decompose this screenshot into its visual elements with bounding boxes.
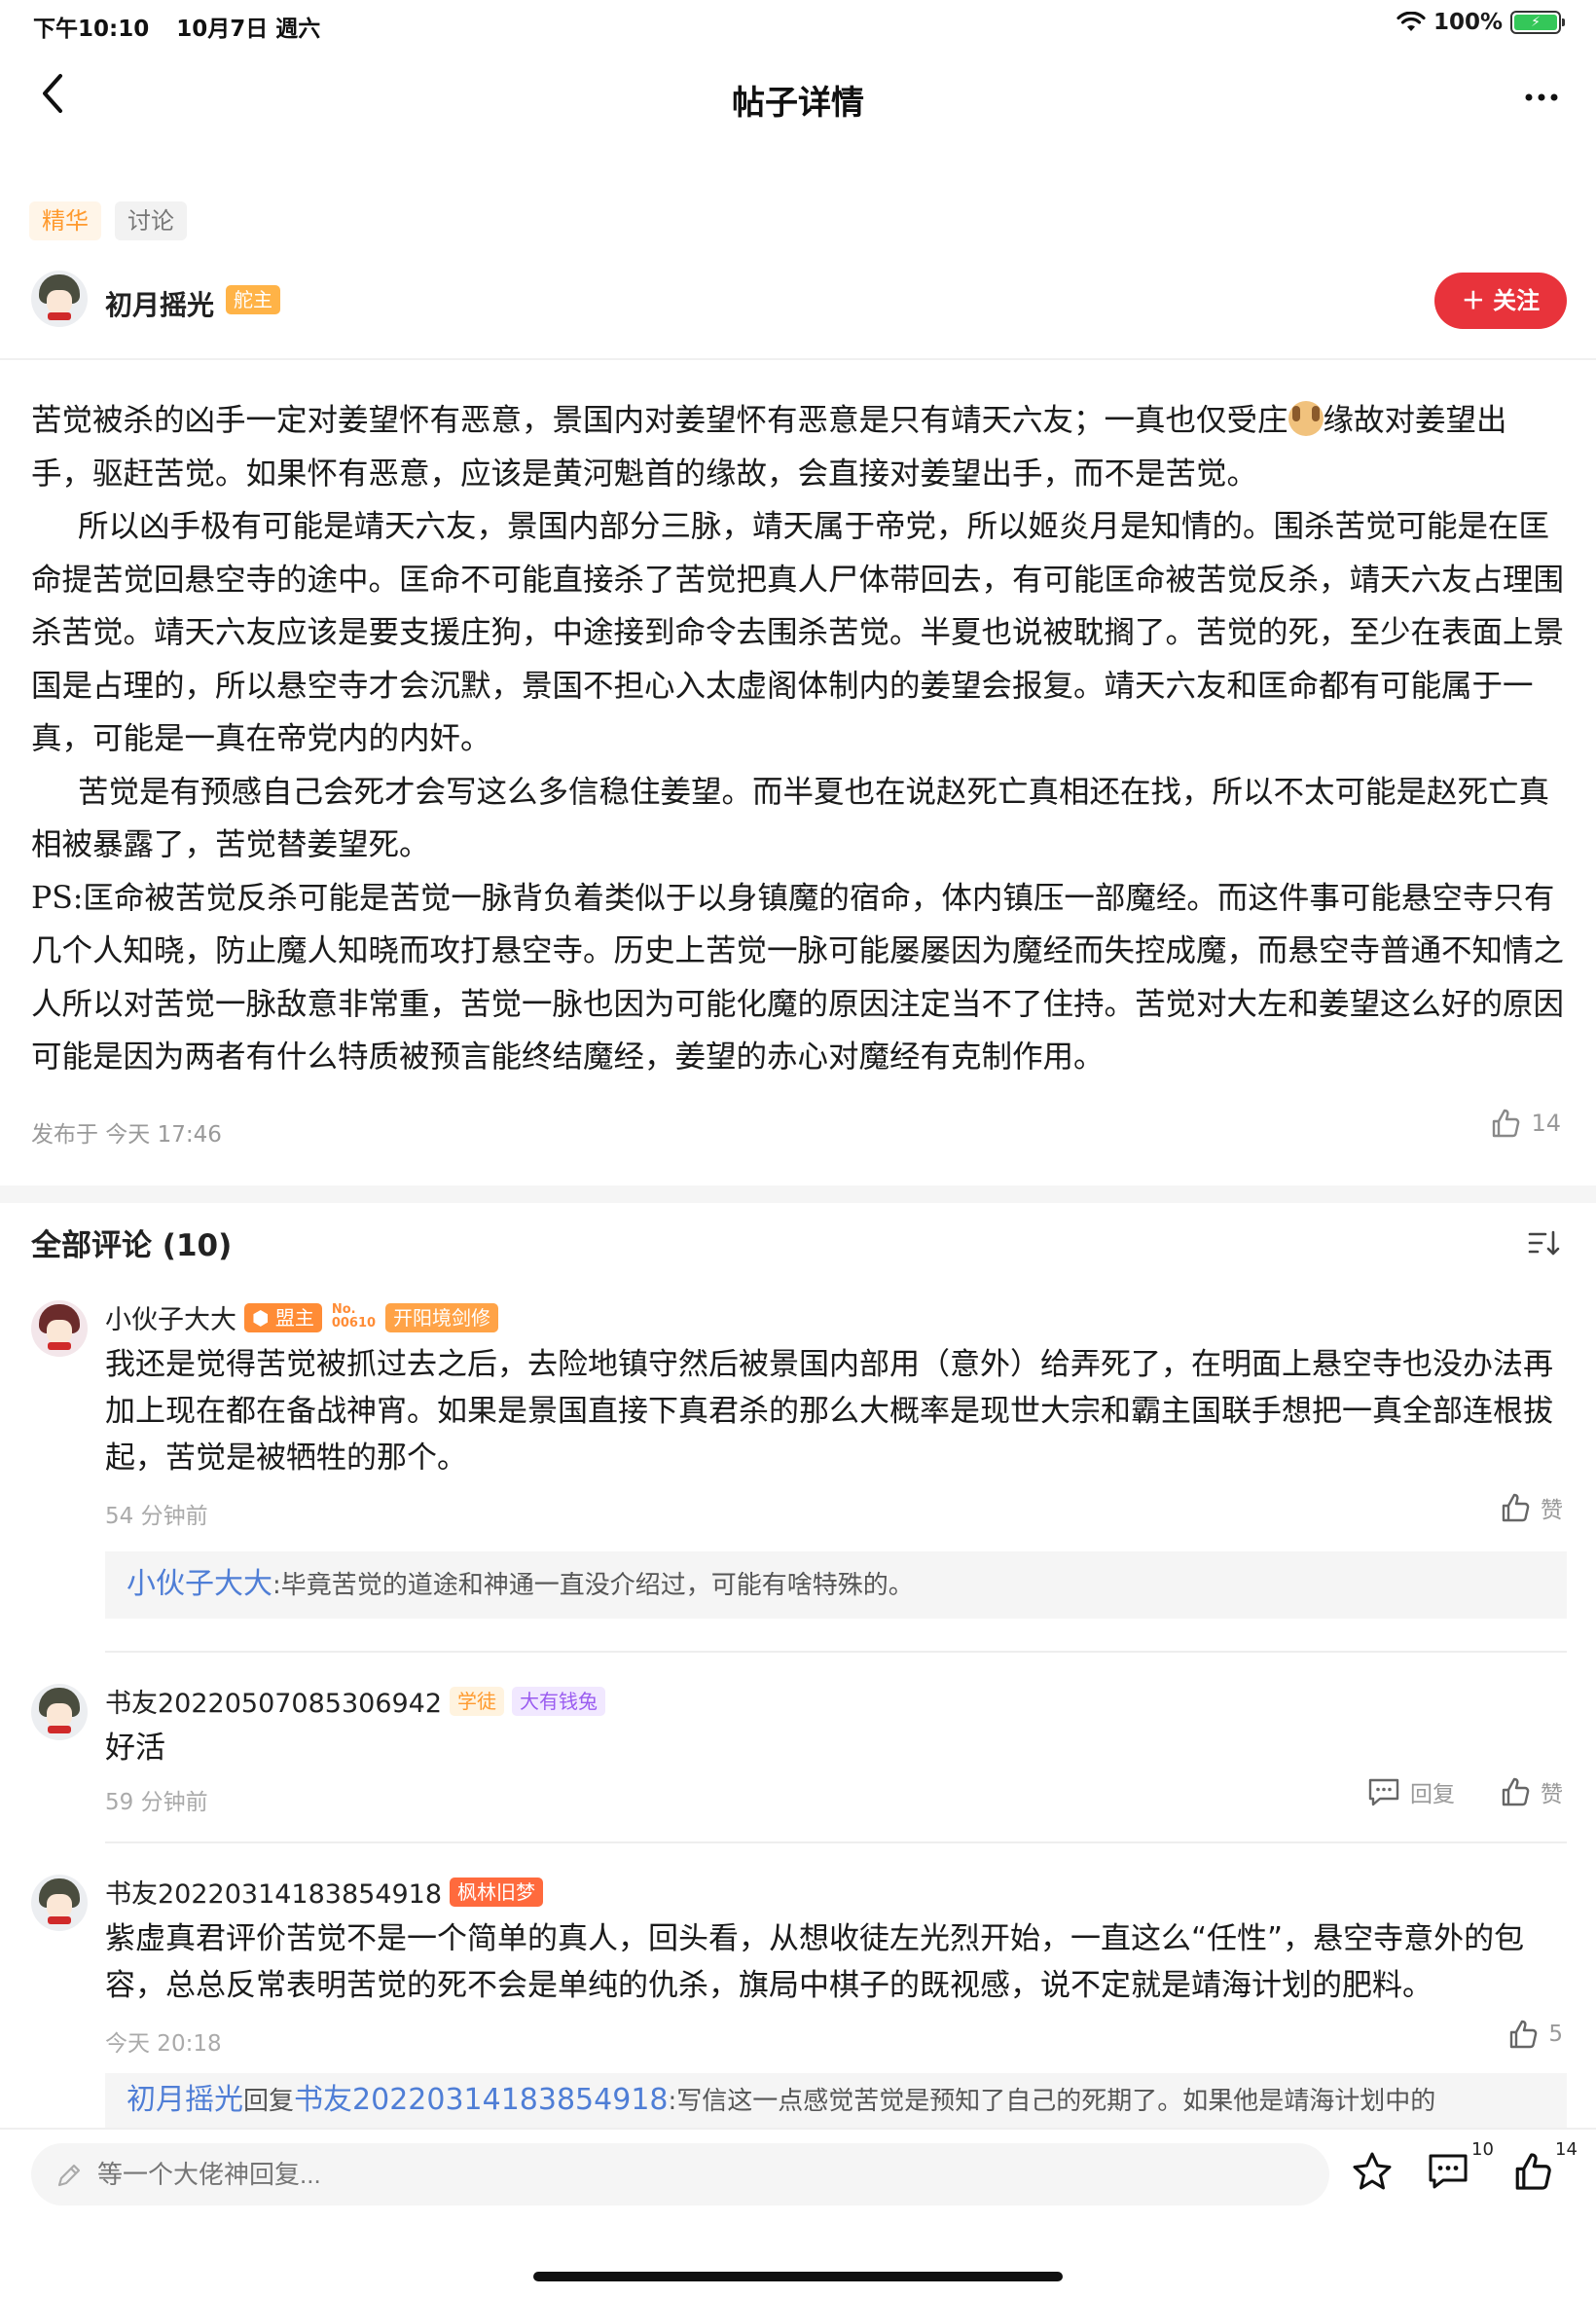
- comment-actions: 5: [1507, 2019, 1563, 2050]
- battery-percent: 100%: [1433, 10, 1503, 35]
- comment-author-name[interactable]: 书友20220314183854918: [105, 1873, 442, 1911]
- divider: [0, 358, 1596, 360]
- post-paragraph-1: 苦觉被杀的凶手一定对姜望怀有恶意，景国内对姜望怀有恶意是只有靖天六友；一真也仅受…: [31, 401, 1507, 492]
- comment-author-row: 书友20220314183854918 枫林旧梦: [105, 1873, 544, 1911]
- reply-target-name[interactable]: 书友20220314183854918: [294, 2083, 668, 2117]
- avatar[interactable]: [31, 271, 88, 327]
- comment-bubble-icon: [1368, 1778, 1399, 1806]
- comment-item: 书友20220314183854918 枫林旧梦 紫虚真君评价苦觉不是一个简单的…: [31, 1873, 1567, 2128]
- comment-actions: 赞: [1500, 1491, 1563, 1524]
- home-indicator[interactable]: [533, 2272, 1063, 2281]
- more-button[interactable]: [1524, 68, 1559, 111]
- comment-count: 10: [1471, 2139, 1494, 2160]
- post-like-button[interactable]: 14: [1490, 1108, 1561, 1139]
- comment-reply[interactable]: 小伙子大大:毕竟苦觉的道途和神通一直没介绍过，可能有啥特殊的。: [105, 1551, 1567, 1619]
- thumbs-up-icon: [1493, 1109, 1520, 1138]
- battery-icon: ⚡: [1510, 11, 1565, 34]
- thumbs-up-icon[interactable]: [1512, 2151, 1553, 2192]
- like-label: 赞: [1541, 1782, 1563, 1807]
- like-label: 赞: [1541, 1498, 1563, 1523]
- author-row: 初月摇光 舵主 ＋ 关注: [31, 271, 1567, 339]
- comment-reply[interactable]: 初月摇光回复书友20220314183854918:写信这一点感觉苦觉是预知了自…: [105, 2073, 1567, 2128]
- reply-author-name[interactable]: 初月摇光: [127, 2083, 243, 2117]
- comment-author-name[interactable]: 小伙子大大: [105, 1298, 236, 1336]
- page-title: 帖子详情: [732, 84, 864, 123]
- star-icon[interactable]: [1351, 2151, 1394, 2192]
- comment-text: 我还是觉得苦觉被抓过去之后，去险地镇守然后被景国内部用（意外）给弄死了，在明面上…: [105, 1347, 1553, 1476]
- comment-author-name[interactable]: 书友20220507085306942: [105, 1682, 442, 1720]
- comment-input[interactable]: [97, 2143, 1304, 2206]
- status-date: 10月7日 週六: [176, 17, 321, 42]
- author-badge: 舵主: [226, 285, 280, 314]
- comment-item: 书友20220507085306942 学徒 大有钱兔 好活 59 分钟前 回复…: [31, 1682, 1567, 1818]
- follow-label: 关注: [1493, 287, 1541, 314]
- hexagon-icon: ⬢: [252, 1305, 270, 1330]
- thumbs-up-icon: [1510, 2020, 1538, 2049]
- maple-badge: 枫林旧梦: [450, 1877, 544, 1907]
- comment-time: 59 分钟前: [105, 1790, 208, 1815]
- avatar[interactable]: [31, 1300, 88, 1357]
- post-like-count: 14: [1531, 1110, 1561, 1137]
- comment-actions: 回复 赞: [1367, 1775, 1563, 1808]
- comment-reply-button[interactable]: 回复: [1367, 1775, 1455, 1808]
- reply-author-name[interactable]: 小伙子大大: [127, 1567, 272, 1601]
- rich-badge: 大有钱兔: [512, 1686, 606, 1716]
- status-time: 下午10:10: [33, 17, 150, 42]
- bottom-bar: 10 14: [0, 2128, 1596, 2297]
- comment-item: 小伙子大大 ⬢ 盟主 No. 00610 开阳境剑修 我还是觉得苦觉被抓过去之后，…: [31, 1298, 1567, 1619]
- comment-like-button[interactable]: 赞: [1500, 1491, 1563, 1524]
- comment-author-row: 书友20220507085306942 学徒 大有钱兔: [105, 1682, 606, 1720]
- comment-text: 紫虚真君评价苦觉不是一个简单的真人，回头看，从想收徒左光烈开始，一直这么“任性”…: [105, 1921, 1525, 2003]
- comment-text: 好活: [105, 1731, 165, 1766]
- section-divider: [0, 1185, 1596, 1203]
- comment-author-row: 小伙子大大 ⬢ 盟主 No. 00610 开阳境剑修: [105, 1298, 499, 1336]
- post-publish-time: 发布于 今天 17:46: [31, 1122, 222, 1148]
- thumbs-up-icon: [1502, 1493, 1530, 1522]
- post-body: 苦觉被杀的凶手一定对姜望怀有恶意，景国内对姜望怀有恶意是只有靖天六友；一真也仅受…: [31, 394, 1567, 1084]
- status-bar: 下午10:10 10月7日 週六 100% ⚡: [0, 0, 1596, 45]
- reply-label: 回复: [1410, 1782, 1455, 1807]
- sort-button[interactable]: [1528, 1228, 1561, 1258]
- more-dots-icon: [1525, 93, 1558, 101]
- post-paragraph-2: 所以凶手极有可能是靖天六友，景国内部分三脉，靖天属于帝党，所以姬炎月是知情的。围…: [31, 509, 1565, 756]
- like-count: 5: [1548, 2022, 1563, 2047]
- learner-badge: 学徒: [450, 1686, 505, 1716]
- leader-badge: ⬢ 盟主: [244, 1302, 322, 1332]
- avatar[interactable]: [31, 1875, 88, 1931]
- sort-icon: [1528, 1230, 1560, 1256]
- reply-text: :毕竟苦觉的道途和神通一直没介绍过，可能有啥特殊的。: [272, 1571, 914, 1600]
- comment-like-button[interactable]: 赞: [1500, 1775, 1563, 1808]
- pencil-icon: [57, 2164, 81, 2187]
- follow-button[interactable]: ＋ 关注: [1434, 273, 1567, 329]
- reply-word: 回复: [243, 2087, 295, 2116]
- tag-essence[interactable]: 精华: [29, 201, 101, 240]
- avatar[interactable]: [31, 1684, 88, 1740]
- reply-text: :写信这一点感觉苦觉是预知了自己的死期了。如果他是靖海计划中的: [668, 2087, 1436, 2116]
- comments-header: 全部评论 (10): [31, 1228, 233, 1263]
- rank-number-badge: No. 00610: [331, 1301, 377, 1331]
- post-tags: 精华 讨论: [29, 201, 187, 240]
- plus-icon: ＋: [1461, 287, 1485, 314]
- level-badge: 开阳境剑修: [385, 1302, 499, 1332]
- comment-time: 今天 20:18: [105, 2031, 222, 2057]
- post-paragraph-4: PS:匡命被苦觉反杀可能是苦觉一脉背负着类似于以身镇魔的宿命，体内镇压一部魔经。…: [31, 880, 1565, 1076]
- dog-emoji-icon: [1288, 401, 1324, 436]
- post-paragraph-3: 苦觉是有预感自己会死才会写这么多信稳住姜望。而半夏也在说赵死亡真相还在找，所以不…: [31, 774, 1550, 863]
- comment-time: 54 分钟前: [105, 1504, 208, 1529]
- comment-input-wrapper[interactable]: [31, 2143, 1329, 2206]
- status-indicators: 100% ⚡: [1396, 10, 1565, 35]
- nav-bar: 帖子详情: [0, 58, 1596, 136]
- comment-bubble-icon[interactable]: [1427, 2151, 1469, 2192]
- like-count: 14: [1555, 2139, 1578, 2160]
- thumbs-up-icon: [1502, 1777, 1530, 1806]
- wifi-icon: [1396, 12, 1426, 31]
- author-name[interactable]: 初月摇光: [105, 284, 214, 323]
- status-time-date: 下午10:10 10月7日 週六: [33, 10, 340, 43]
- comment-like-button[interactable]: 5: [1507, 2019, 1563, 2050]
- comment-divider: [105, 1651, 1567, 1653]
- comment-divider: [105, 1841, 1567, 1843]
- tag-discussion[interactable]: 讨论: [115, 201, 187, 240]
